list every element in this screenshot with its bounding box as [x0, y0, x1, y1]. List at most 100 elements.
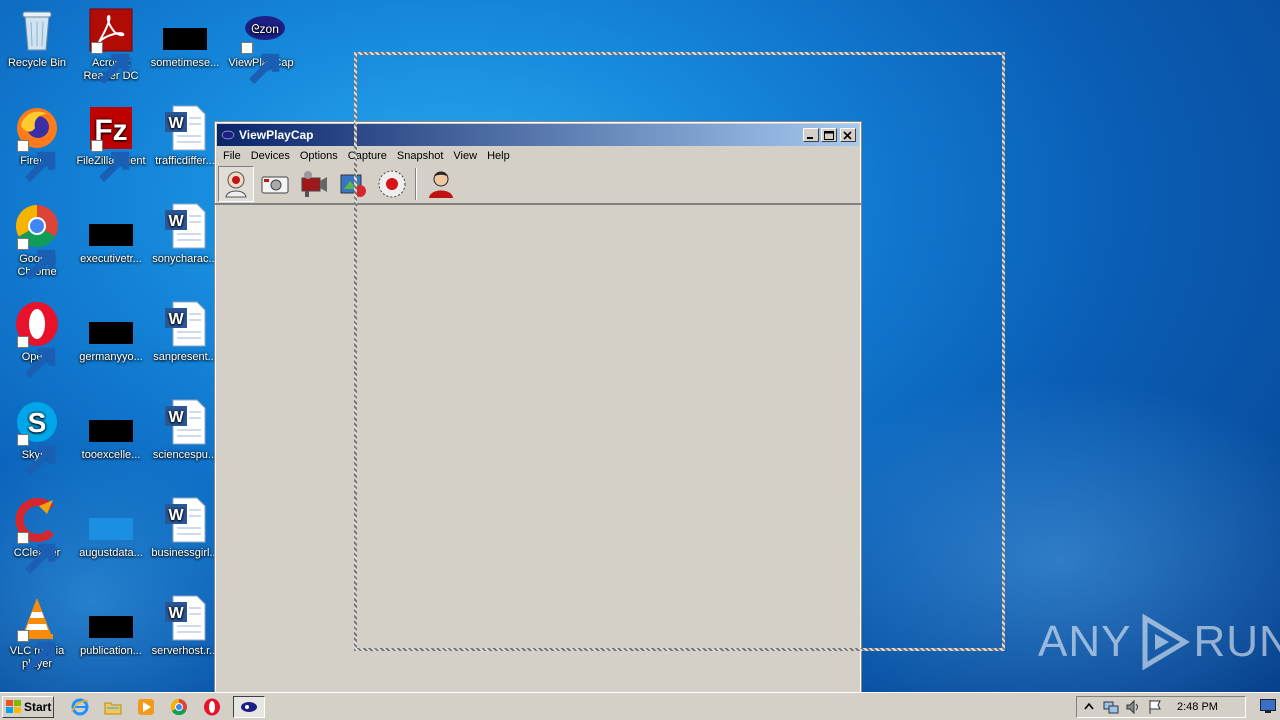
word-doc-icon: W	[161, 496, 209, 544]
quick-launch	[68, 695, 274, 718]
vlc-icon	[13, 594, 61, 672]
menu-options[interactable]: Options	[296, 150, 342, 162]
desktop-icon-businessgirl[interactable]: W businessgirl...	[148, 496, 222, 560]
start-label: Start	[24, 699, 52, 714]
anyrun-watermark: ANY RUN	[1038, 612, 1280, 672]
tray-action-center[interactable]	[1147, 699, 1163, 715]
clock[interactable]: 2:48 PM	[1177, 701, 1218, 713]
shortcut-arrow-icon	[17, 532, 56, 574]
show-desktop-icon	[1260, 699, 1276, 713]
skype-icon: S	[13, 398, 61, 476]
desktop-icon-ccleaner[interactable]: CCleaner	[0, 496, 74, 574]
word-doc-icon: W	[161, 300, 209, 348]
desktop-icon-label: businessgirl...	[151, 547, 219, 559]
action-center-flag-icon	[1149, 700, 1161, 714]
media-player-icon	[138, 698, 154, 715]
svg-text:S: S	[28, 407, 47, 438]
desktop-icon-filezilla[interactable]: Fz FileZilla Client	[74, 104, 148, 182]
redacted-file-icon	[87, 496, 135, 544]
desktop-icon-sanpresent[interactable]: W sanpresent...	[148, 300, 222, 364]
desktop-icon-label: publication...	[80, 645, 142, 657]
windows-logo-icon	[6, 699, 21, 713]
redacted-file-icon	[161, 6, 209, 54]
ccleaner-icon	[13, 496, 61, 574]
snapshot-button[interactable]	[257, 166, 293, 202]
chrome-icon	[170, 698, 187, 715]
svg-text:W: W	[168, 409, 184, 426]
network-icon	[1103, 701, 1119, 714]
desktop-icon-sonycharac[interactable]: W sonycharac...	[148, 202, 222, 266]
tray-show-hidden[interactable]	[1081, 699, 1097, 715]
taskbar-chrome[interactable]	[167, 696, 191, 718]
viewplaycap-icon: ᘓzon	[237, 6, 285, 84]
shortcut-arrow-icon	[17, 238, 56, 280]
desktop-icon-label: sciencespu...	[152, 449, 218, 461]
desktop-icon-tooexcelle[interactable]: tooexcelle...	[74, 398, 148, 462]
desktop-icon-label: sanpresent...	[153, 351, 217, 363]
shortcut-arrow-icon	[17, 630, 56, 672]
desktop-icon-label: tooexcelle...	[81, 449, 141, 461]
recycle-bin-icon	[13, 6, 61, 54]
snapshot-camera-icon	[261, 176, 289, 194]
chrome-icon	[13, 202, 61, 280]
video-camera-icon	[301, 171, 327, 197]
preview-button[interactable]	[218, 166, 254, 202]
word-doc-icon: W	[161, 202, 209, 250]
taskbar-viewplaycap[interactable]	[233, 695, 265, 718]
desktop-icon-trafficdiffer[interactable]: W trafficdiffer...	[148, 104, 222, 168]
menu-file[interactable]: File	[219, 150, 245, 162]
desktop-icon-sciencespu[interactable]: W sciencespu...	[148, 398, 222, 462]
taskbar-internet-explorer[interactable]	[68, 696, 92, 718]
redacted-file-icon	[87, 594, 135, 642]
svg-text:W: W	[168, 115, 184, 132]
desktop-icon-google-chrome[interactable]: Google Chrome	[0, 202, 74, 280]
desktop-icon-label: germanyyo...	[79, 351, 143, 363]
video-capture-button[interactable]	[296, 166, 332, 202]
show-desktop-button[interactable]	[1260, 699, 1276, 713]
desktop-icon-skype[interactable]: S Skype	[0, 398, 74, 476]
start-button[interactable]: Start	[2, 695, 54, 718]
desktop-icon-firefox[interactable]: Firefox	[0, 104, 74, 182]
system-tray: 2:48 PM	[1076, 696, 1246, 718]
taskbar-explorer[interactable]	[101, 696, 125, 718]
taskbar-media-player[interactable]	[134, 696, 158, 718]
menu-devices[interactable]: Devices	[247, 150, 294, 162]
svg-text:W: W	[168, 507, 184, 524]
shortcut-arrow-icon	[91, 140, 130, 182]
viewplaycap-title-icon	[221, 130, 235, 140]
svg-text:W: W	[168, 311, 184, 328]
svg-text:W: W	[168, 213, 184, 230]
desktop-icon-augustdata[interactable]: augustdata...	[74, 496, 148, 560]
desktop-icon-acrobat-reader[interactable]: Acrobat Reader DC	[74, 6, 148, 84]
volume-icon	[1126, 699, 1138, 715]
desktop-icon-viewplaycap[interactable]: ᘓzon ViewPlayCap	[224, 6, 298, 84]
word-doc-icon: W	[161, 594, 209, 642]
firefox-icon	[13, 104, 61, 182]
desktop-icon-germanyyo[interactable]: germanyyo...	[74, 300, 148, 364]
desktop-icon-opera[interactable]: Opera	[0, 300, 74, 378]
desktop-icon-executivetr[interactable]: executivetr...	[74, 202, 148, 266]
redacted-file-icon	[87, 398, 135, 446]
taskbar-opera[interactable]	[200, 696, 224, 718]
desktop-icon-label: Recycle Bin	[7, 57, 67, 69]
desktop-icon-label: sonycharac...	[152, 253, 218, 265]
svg-text:ᘓzon: ᘓzon	[251, 22, 279, 36]
desktop-icon-serverhost[interactable]: W serverhost.r...	[148, 594, 222, 658]
desktop-icon-vlc[interactable]: VLC media player	[0, 594, 74, 672]
shortcut-arrow-icon	[17, 336, 56, 378]
internet-explorer-icon	[71, 698, 89, 715]
desktop-icon-publication[interactable]: publication...	[74, 594, 148, 658]
explorer-folder-icon	[104, 702, 122, 714]
watermark-text-left: ANY	[1038, 617, 1132, 666]
desktop-icon-sometimese[interactable]: sometimese...	[148, 6, 222, 70]
shortcut-arrow-icon	[17, 140, 56, 182]
viewplaycap-task-icon	[241, 701, 257, 712]
desktop-icon-label: executivetr...	[80, 253, 142, 265]
tray-network[interactable]	[1103, 699, 1119, 715]
desktop-icon-label: trafficdiffer...	[155, 155, 215, 167]
tray-volume[interactable]	[1125, 699, 1141, 715]
watermark-text-right: RUN	[1193, 617, 1280, 666]
desktop-icon-label: sometimese...	[150, 57, 220, 69]
opera-icon	[204, 698, 220, 715]
desktop-icon-recycle-bin[interactable]: Recycle Bin	[0, 6, 74, 70]
